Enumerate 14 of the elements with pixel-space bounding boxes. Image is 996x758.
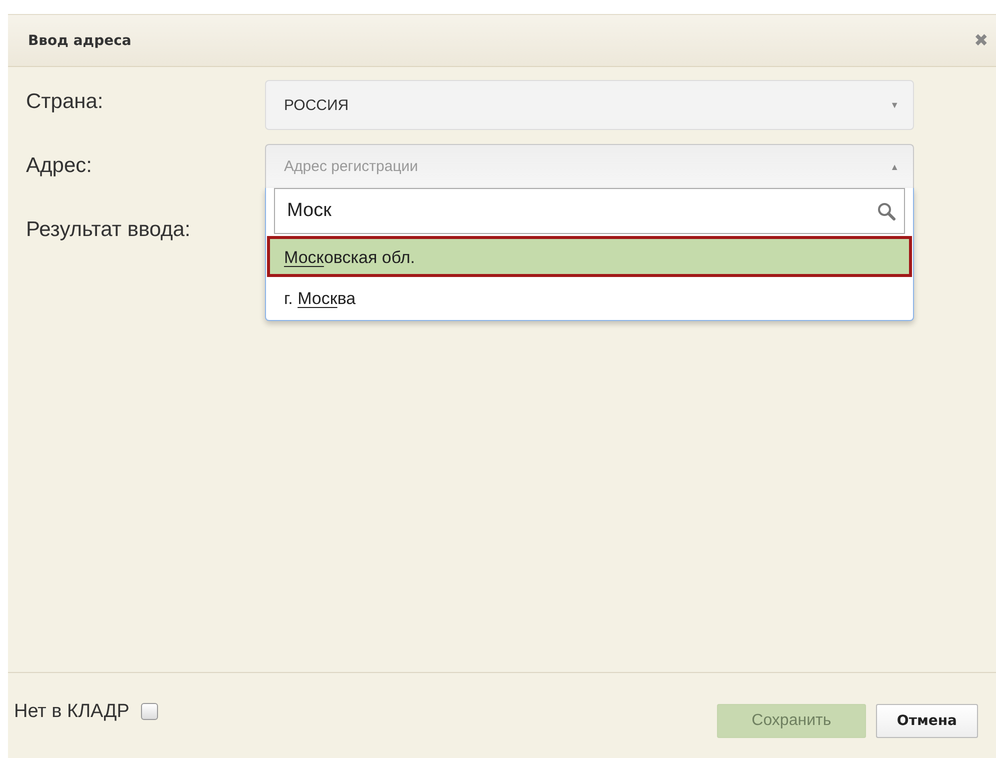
field-label: Результат ввода: xyxy=(26,217,192,242)
checkbox-label: Нет в КЛАДР xyxy=(14,700,130,722)
search-field[interactable]: Моск xyxy=(274,188,905,234)
field-label: Страна: xyxy=(26,89,104,114)
window-title: Ввод адреса xyxy=(28,32,132,48)
checkbox[interactable] xyxy=(141,703,158,720)
field-label: Адрес: xyxy=(26,153,93,178)
collapse-arrow-icon: ▲ xyxy=(890,162,899,172)
cancel-button[interactable]: Отмена xyxy=(876,704,978,738)
dropdown-option[interactable]: г. Москва xyxy=(267,277,912,318)
dropdown-arrow-icon: ▼ xyxy=(890,100,899,110)
dropdown-option[interactable]: Московская обл. xyxy=(267,236,912,277)
search-icon xyxy=(877,202,896,220)
country-select[interactable]: РОССИЯ ▼ xyxy=(265,80,914,130)
